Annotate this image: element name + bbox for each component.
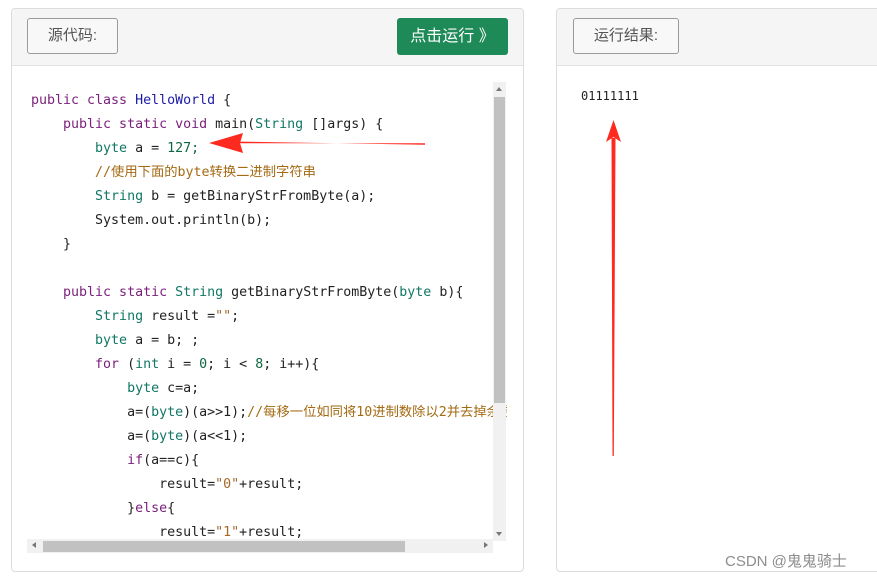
vertical-scrollbar[interactable] bbox=[493, 82, 506, 541]
watermark: CSDN @鬼鬼骑士 bbox=[725, 553, 847, 570]
code-line: String result =""; bbox=[31, 309, 240, 324]
code-text: public class HelloWorld { public static … bbox=[31, 89, 507, 541]
scroll-down-arrow-icon[interactable] bbox=[493, 527, 506, 541]
code-line: a=(byte)(a>>1);//每移一位如同将10进制数除以2并去掉余数。 bbox=[31, 405, 507, 420]
code-line: for (int i = 0; i < 8; i++){ bbox=[31, 357, 320, 372]
code-line: public class HelloWorld { bbox=[31, 93, 232, 108]
scroll-right-arrow-icon[interactable] bbox=[479, 539, 493, 553]
code-line: //使用下面的byte转换二进制字符串 bbox=[31, 165, 316, 180]
result-panel-header: 运行结果: bbox=[557, 9, 877, 66]
code-line: byte a = 127; bbox=[31, 141, 200, 156]
source-code-label: 源代码: bbox=[27, 18, 118, 54]
code-line: byte a = b; ; bbox=[31, 333, 200, 348]
code-line: result="1"+result; bbox=[31, 525, 304, 540]
code-line: public static void main(String []args) { bbox=[31, 117, 384, 132]
result-panel: 运行结果: 01111111 bbox=[556, 8, 877, 572]
run-result-label: 运行结果: bbox=[573, 18, 679, 54]
scroll-up-arrow-icon[interactable] bbox=[493, 82, 506, 96]
scroll-left-arrow-icon[interactable] bbox=[27, 539, 41, 553]
run-button[interactable]: 点击运行 》 bbox=[397, 18, 508, 55]
code-line: } bbox=[31, 237, 72, 252]
code-line: System.out.println(b); bbox=[31, 213, 272, 228]
code-line: result="0"+result; bbox=[31, 477, 304, 492]
code-line: public static String getBinaryStrFromByt… bbox=[31, 285, 464, 300]
code-editor[interactable]: public class HelloWorld { public static … bbox=[27, 81, 507, 541]
source-panel: 源代码: 点击运行 》 public class HelloWorld { pu… bbox=[11, 8, 524, 572]
horizontal-scrollbar[interactable] bbox=[27, 539, 493, 553]
code-line: byte c=a; bbox=[31, 381, 200, 396]
horizontal-scroll-thumb[interactable] bbox=[43, 541, 405, 552]
code-line: if(a==c){ bbox=[31, 453, 200, 468]
vertical-scroll-thumb[interactable] bbox=[494, 97, 505, 403]
output-text: 01111111 bbox=[581, 89, 639, 103]
code-line: String b = getBinaryStrFromByte(a); bbox=[31, 189, 376, 204]
code-line: }else{ bbox=[31, 501, 176, 516]
code-line: a=(byte)(a<<1); bbox=[31, 429, 248, 444]
source-panel-header: 源代码: 点击运行 》 bbox=[12, 9, 523, 66]
